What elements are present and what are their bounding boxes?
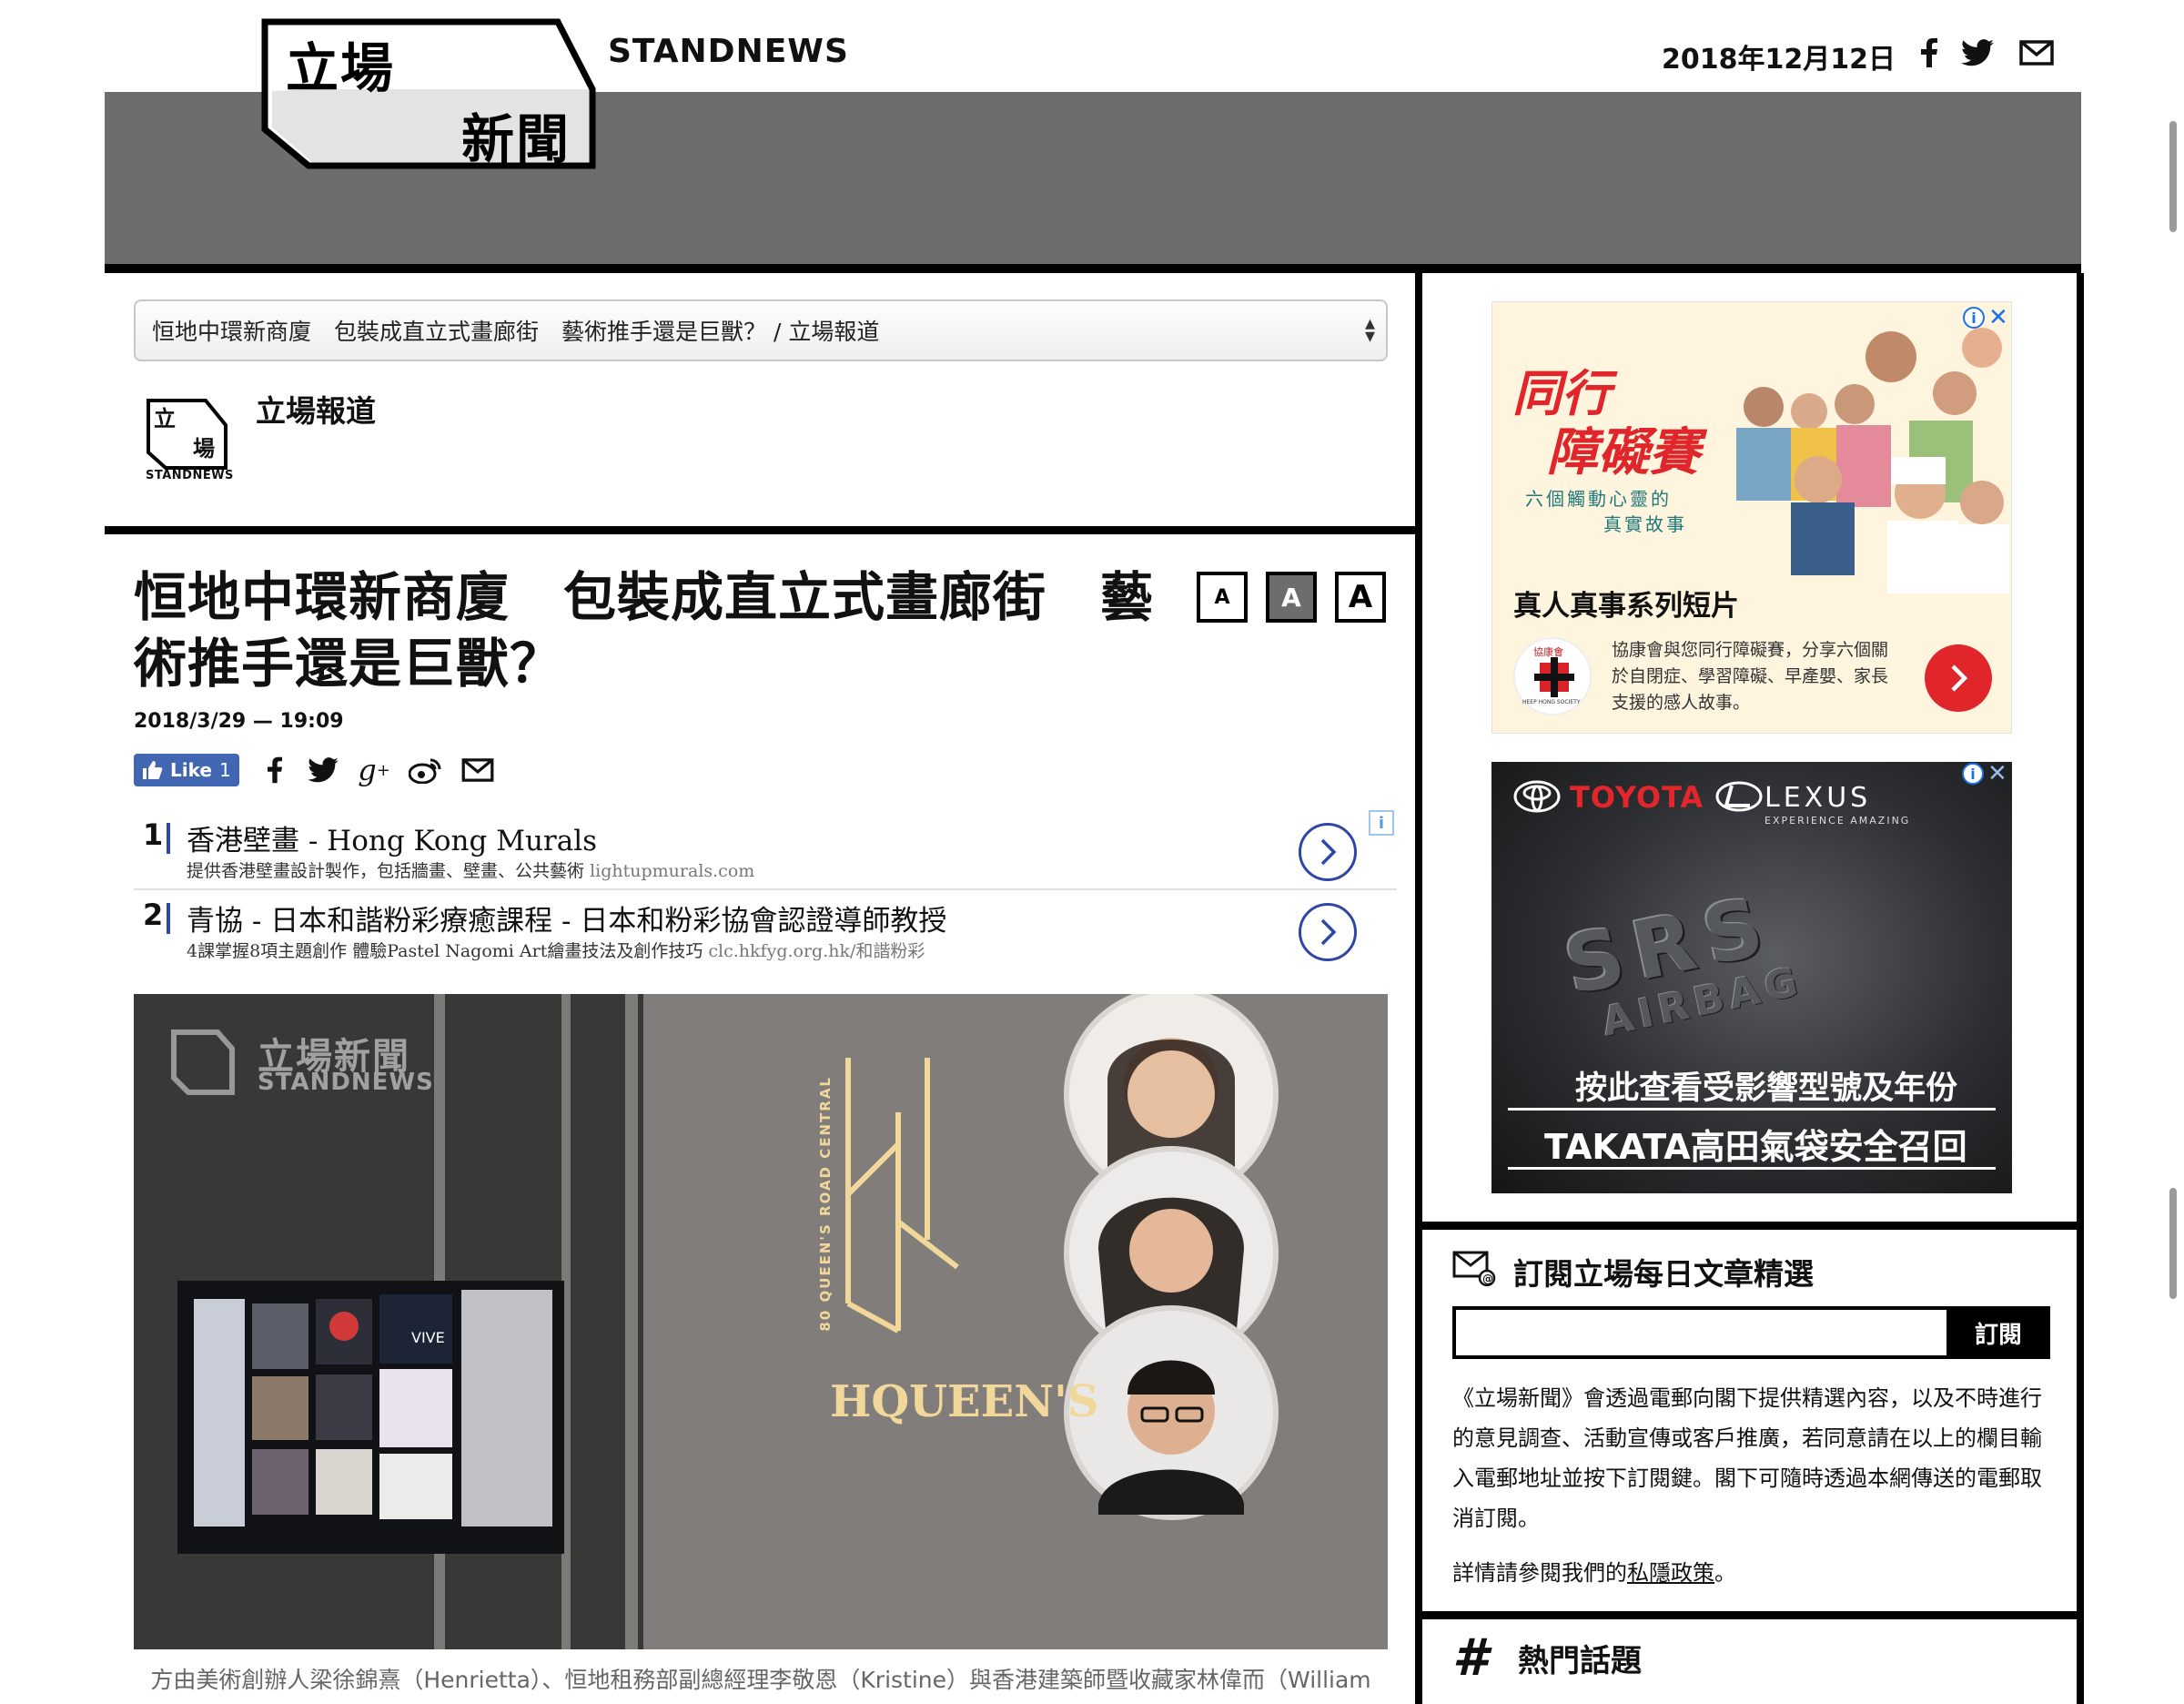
facebook-icon[interactable] bbox=[1918, 36, 1940, 69]
sponsored-link[interactable]: 1 香港壁畫 - Hong Kong Murals 提供香港壁畫設計製作，包括牆… bbox=[134, 816, 1397, 896]
sponsored-divider bbox=[134, 888, 1397, 890]
hero-watermark-sub: STANDNEWS bbox=[258, 1069, 434, 1096]
privacy-note: 詳情請參閱我們的私隱政策。 bbox=[1452, 1555, 1736, 1587]
ad-close-controls: i ✕ bbox=[1962, 762, 2007, 786]
hashtag-icon: # bbox=[1452, 1628, 1488, 1688]
scrollbar-thumb-inner[interactable] bbox=[2169, 1188, 2177, 1299]
sponsored-link-bar bbox=[167, 903, 170, 934]
chevron-right-icon[interactable] bbox=[1299, 823, 1357, 881]
mail-icon[interactable] bbox=[2018, 36, 2055, 69]
column-divider bbox=[1415, 273, 1422, 1704]
share-bar: Like 1 bbox=[134, 753, 239, 787]
hero-sign-text: HQUEEN'S bbox=[830, 1376, 1099, 1427]
ad-cta-arrow-icon[interactable] bbox=[1925, 644, 1992, 712]
author-logo-line-1: 立 bbox=[154, 406, 176, 431]
hero-image: 立場新聞 STANDNEWS 80 QUEEN'S ROAD CENTRAL H… bbox=[134, 994, 1388, 1649]
ad-subline-2: 真實故事 bbox=[1603, 513, 1687, 535]
header-date: 2018年12月12日 bbox=[1662, 44, 1896, 76]
like-label: Like bbox=[170, 759, 212, 781]
sponsored-link-domain: lightupmurals.com bbox=[590, 861, 755, 881]
author-logo-label: STANDNEWS bbox=[146, 469, 234, 482]
newsletter-mail-icon: @ bbox=[1452, 1251, 1496, 1287]
scrollbar-thumb[interactable] bbox=[2169, 121, 2177, 232]
author-logo-line-2: 場 bbox=[193, 436, 215, 462]
ad-headline-2: 障礙賽 bbox=[1547, 422, 1700, 482]
recall-line-1: 按此查看受影響型號及年份 bbox=[1575, 1070, 1958, 1107]
site-logo[interactable]: 立場 新聞 bbox=[261, 18, 596, 170]
article-selector-value: 恒地中環新商廈 包裝成直立式畫廊街 藝術推手還是巨獸？ / 立場報道 bbox=[152, 319, 880, 345]
share-google-plus-icon[interactable]: g + bbox=[357, 753, 391, 787]
author-name[interactable]: 立場報道 bbox=[256, 387, 376, 431]
font-size-medium-button[interactable]: A bbox=[1266, 572, 1317, 623]
toyota-brand: TOYOTA bbox=[1570, 780, 1704, 815]
font-size-controls: A A A bbox=[1197, 572, 1386, 623]
sponsored-link[interactable]: 2 青協 - 日本和諧粉彩療癒課程 - 日本和粉彩協會認證導師教授 4課掌握8項… bbox=[134, 896, 1397, 976]
newsletter-email-input[interactable] bbox=[1452, 1306, 1971, 1359]
sponsored-link-number: 2 bbox=[143, 898, 164, 932]
ad-subline-1: 六個觸動心靈的 bbox=[1525, 488, 1672, 510]
brand-name[interactable]: STANDNEWS bbox=[608, 33, 849, 70]
sponsored-link-title[interactable]: 青協 - 日本和諧粉彩療癒課程 - 日本和粉彩協會認證導師教授 bbox=[187, 898, 946, 938]
logo-line-1: 立場 bbox=[286, 37, 396, 99]
privacy-policy-link[interactable]: 私隱政策 bbox=[1627, 1560, 1714, 1586]
privacy-prefix: 詳情請參閱我們的 bbox=[1452, 1560, 1627, 1586]
newsletter-title: 訂閱立場每日文章精選 bbox=[1513, 1256, 1814, 1292]
font-size-large-button[interactable]: A bbox=[1335, 572, 1386, 623]
sidebar-divider bbox=[1422, 1222, 2077, 1230]
sponsored-link-desc: 4課掌握8項主題創作 體驗Pastel Nagomi Art繪畫技法及創作技巧 … bbox=[187, 938, 925, 962]
ad-photo-people bbox=[1736, 328, 2009, 593]
svg-text:@: @ bbox=[1482, 1273, 1493, 1285]
privacy-suffix: 。 bbox=[1714, 1560, 1736, 1586]
article-title: 恒地中環新商廈 包裝成直立式畫廊街 藝術推手還是巨獸？ bbox=[134, 566, 1155, 695]
share-mail-icon[interactable] bbox=[460, 753, 496, 787]
article-selector[interactable]: 恒地中環新商廈 包裝成直立式畫廊街 藝術推手還是巨獸？ / 立場報道 ▴ ▾ bbox=[134, 299, 1388, 361]
chevron-right-icon[interactable] bbox=[1299, 903, 1357, 961]
heep-hong-logo-name: 協康會 bbox=[1533, 646, 1563, 658]
recall-line-2: TAKATA高田氣袋安全召回 bbox=[1544, 1127, 1967, 1167]
ad-body: 協康會與您同行障礙賽，分享六個關於自閉症、學習障礙、早產嬰、家長支援的感人故事。 bbox=[1612, 640, 1889, 713]
sponsored-link-number: 1 bbox=[143, 817, 164, 852]
like-count: 1 bbox=[218, 759, 231, 781]
ad-title[interactable]: 真人真事系列短片 bbox=[1513, 583, 1739, 624]
section-divider bbox=[105, 526, 1415, 534]
sidebar-ad-toyota-recall[interactable]: i ✕ TOYOTA LEXUS EXPERIENCE AMAZING SRS … bbox=[1491, 762, 2012, 1193]
ad-info-icon[interactable]: i bbox=[1962, 763, 1984, 785]
font-size-small-button[interactable]: A bbox=[1197, 572, 1248, 623]
header-divider bbox=[105, 264, 2081, 273]
select-arrows-icon: ▴ ▾ bbox=[1364, 312, 1375, 348]
hero-sign-vertical: 80 QUEEN'S ROAD CENTRAL bbox=[817, 1076, 834, 1332]
share-twitter-icon[interactable] bbox=[307, 753, 339, 787]
article-date: 2018/3/29 — 19:09 bbox=[134, 710, 344, 733]
heep-hong-logo-ring: HEEP HONG SOCIETY bbox=[1522, 699, 1581, 705]
sponsored-link-domain: clc.hkfyg.org.hk/和諧粉彩 bbox=[708, 941, 925, 961]
share-weibo-icon[interactable] bbox=[408, 753, 442, 787]
subscribe-button[interactable]: 訂閱 bbox=[1946, 1306, 2050, 1359]
sidebar-divider bbox=[1422, 1611, 2077, 1619]
share-facebook-icon[interactable] bbox=[264, 753, 286, 787]
logo-line-2: 新聞 bbox=[461, 108, 571, 170]
right-border bbox=[2077, 273, 2084, 1704]
lexus-tagline: EXPERIENCE AMAZING bbox=[1764, 815, 1911, 827]
sponsored-link-desc-text: 4課掌握8項主題創作 體驗Pastel Nagomi Art繪畫技法及創作技巧 bbox=[187, 941, 703, 961]
twitter-icon[interactable] bbox=[1960, 36, 1995, 69]
lexus-brand: LEXUS bbox=[1764, 782, 1872, 814]
sponsored-link-desc-text: 提供香港壁畫設計製作，包括牆畫、壁畫、公共藝術 bbox=[187, 861, 585, 881]
sponsored-link-desc: 提供香港壁畫設計製作，包括牆畫、壁畫、公共藝術 lightupmurals.co… bbox=[187, 857, 754, 882]
sponsored-link-title[interactable]: 香港壁畫 - Hong Kong Murals bbox=[187, 817, 597, 858]
thumbs-up-icon bbox=[143, 761, 163, 779]
heep-hong-logo: 協康會 HEEP HONG SOCIETY bbox=[1513, 637, 1592, 715]
ad-close-icon[interactable]: ✕ bbox=[1987, 762, 2007, 786]
hero-caption: 方由美術創辦人梁徐錦熹（Henrietta）、恒地租務部副總經理李敬恩（Kris… bbox=[150, 1667, 1371, 1693]
sponsored-link-bar bbox=[167, 823, 170, 854]
lexus-logo-icon bbox=[1715, 781, 1763, 812]
hero-screen-text: VIVE bbox=[411, 1329, 445, 1346]
hot-topics-title: 熱門話題 bbox=[1518, 1643, 1642, 1679]
toyota-logo-icon bbox=[1513, 780, 1561, 813]
newsletter-disclaimer: 《立場新聞》會透過電郵向閣下提供精選內容，以及不時進行的意見調查、活動宣傳或客戶… bbox=[1452, 1385, 2042, 1531]
facebook-like-button[interactable]: Like 1 bbox=[134, 754, 239, 786]
sidebar-ad-heep-hong[interactable]: i ✕ 同行 障礙賽 六個觸動心靈的 真實故事 真人真事系列短片 協康會 HEE… bbox=[1491, 301, 2012, 734]
